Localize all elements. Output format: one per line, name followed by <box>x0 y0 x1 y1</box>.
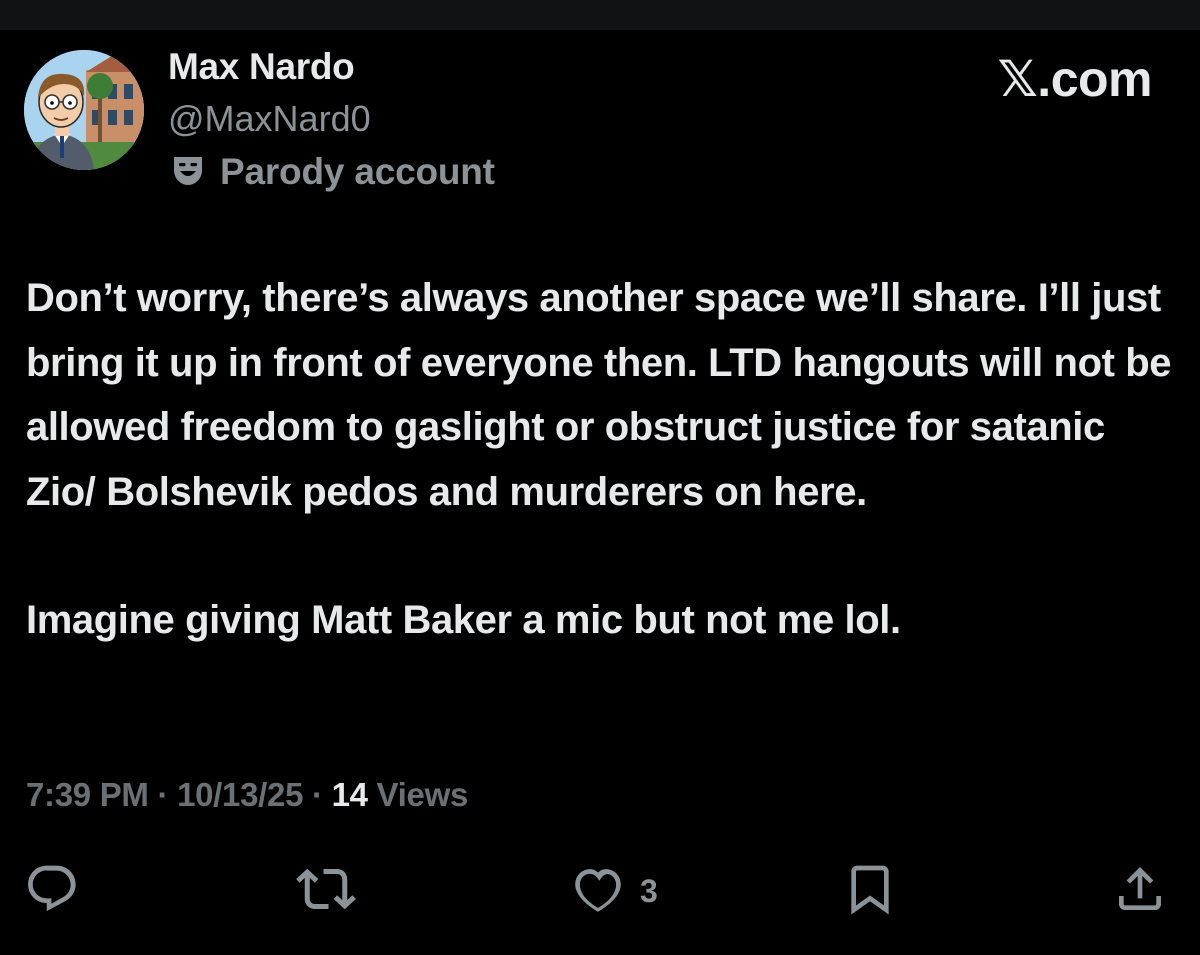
post-paragraph: Imagine giving Matt Baker a mic but not … <box>26 598 901 642</box>
author-name[interactable]: Max Nardo <box>168 46 355 88</box>
views-label: Views <box>367 776 469 813</box>
share-button[interactable] <box>1112 862 1168 920</box>
post-meta: 7:39 PM · 10/13/25 · 14 Views <box>26 776 468 814</box>
like-button[interactable]: 3 <box>570 862 658 920</box>
like-count: 3 <box>640 872 658 909</box>
bookmark-button[interactable] <box>842 862 898 920</box>
top-band <box>0 0 1200 30</box>
theater-mask-icon <box>170 152 206 193</box>
post-paragraph: Don’t worry, there’s always another spac… <box>26 276 1172 514</box>
author-handle[interactable]: @MaxNard0 <box>168 98 371 140</box>
share-icon <box>1112 861 1168 922</box>
reply-icon <box>24 861 80 922</box>
post-date[interactable]: 10/13/25 <box>177 776 303 813</box>
parody-badge: Parody account <box>170 150 495 194</box>
repost-icon <box>296 859 356 924</box>
meta-separator: · <box>303 776 332 813</box>
reply-button[interactable] <box>24 862 80 920</box>
post-time[interactable]: 7:39 PM <box>26 776 149 813</box>
x-logo: 𝕏 <box>997 50 1038 108</box>
views-count: 14 <box>331 776 368 813</box>
bookmark-icon <box>842 861 898 922</box>
post-body: Don’t worry, there’s always another spac… <box>26 266 1176 653</box>
parody-label: Parody account <box>220 151 495 192</box>
avatar[interactable] <box>24 50 144 170</box>
repost-button[interactable] <box>296 862 356 920</box>
heart-icon <box>570 861 626 922</box>
brand-suffix: .com <box>1037 51 1152 107</box>
brand-watermark: 𝕏.com <box>998 50 1153 108</box>
meta-separator: · <box>148 776 178 813</box>
